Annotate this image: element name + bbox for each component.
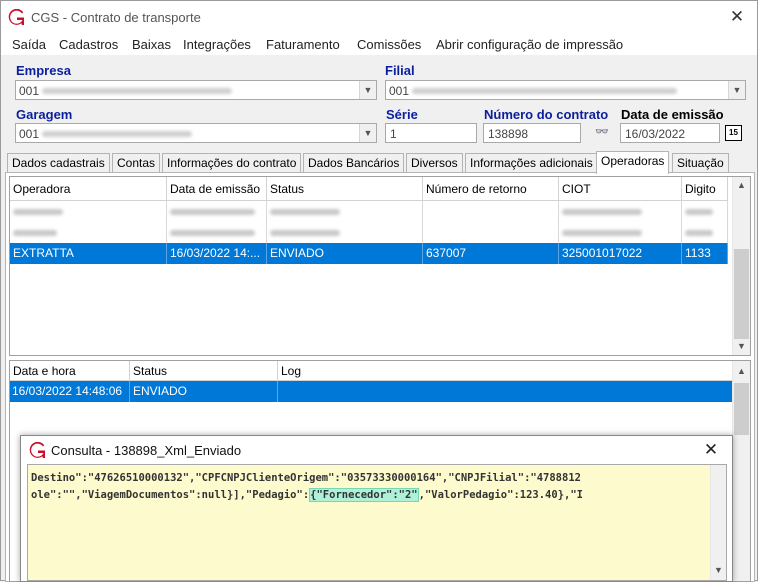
column-header-log[interactable]: Log [278, 361, 732, 381]
column-header-ciot[interactable]: CIOT [559, 177, 682, 201]
menu-comissoes[interactable]: Comissões [357, 37, 421, 52]
table-row-selected[interactable]: EXTRATTA 16/03/2022 14:... ENVIADO 63700… [10, 243, 728, 264]
menu-abrir-config-impressao[interactable]: Abrir configuração de impressão [436, 37, 623, 52]
table-cell [423, 222, 559, 243]
calendar-icon[interactable]: 15 [725, 125, 742, 141]
table-cell-log-status: ENVIADO [130, 381, 278, 402]
empresa-select[interactable]: 001 ▼ [15, 80, 377, 100]
tab-dados-bancarios[interactable]: Dados Bancários [303, 153, 405, 173]
filial-label: Filial [385, 63, 415, 78]
scroll-thumb[interactable] [734, 249, 749, 339]
menu-integracoes[interactable]: Integrações [183, 37, 251, 52]
table-cell [682, 222, 728, 243]
consulta-dialog: Consulta - 138898_Xml_Enviado ✕ Destino"… [20, 435, 733, 582]
operadoras-grid[interactable]: Operadora Data de emissão Status Número … [9, 176, 751, 356]
numero-contrato-label: Número do contrato [484, 107, 609, 122]
code-line-2: ole":"","ViagemDocumentos":null}],"Pedag… [31, 488, 583, 502]
xml-content-area[interactable]: Destino":"47626510000132","CPFCNPJClient… [27, 464, 727, 581]
filial-redacted-text [412, 88, 677, 94]
table-cell [10, 222, 167, 243]
close-icon[interactable]: ✕ [702, 438, 720, 462]
garagem-select[interactable]: 001 ▼ [15, 123, 377, 143]
tab-dados-cadastrais[interactable]: Dados cadastrais [7, 153, 110, 173]
table-cell [559, 222, 682, 243]
table-cell-data-emissao: 16/03/2022 14:... [167, 243, 267, 264]
title-bar: CGS - Contrato de transporte ✕ [1, 1, 757, 33]
garagem-value: 001 [19, 127, 40, 141]
chevron-down-icon[interactable]: ▼ [359, 124, 376, 142]
cgs-logo-icon [29, 442, 46, 459]
table-cell-log [278, 381, 732, 402]
scroll-down-icon[interactable]: ▼ [711, 562, 726, 579]
data-emissao-label: Data de emissão [621, 107, 724, 122]
menu-baixas[interactable]: Baixas [132, 37, 171, 52]
empresa-value: 001 [19, 84, 40, 98]
column-header-numero-retorno[interactable]: Número de retorno [423, 177, 559, 201]
table-row-redacted[interactable] [10, 201, 728, 222]
table-cell-status: ENVIADO [267, 243, 423, 264]
column-header-data-emissao[interactable]: Data de emissão [167, 177, 267, 201]
table-cell [423, 201, 559, 222]
menu-bar: Saída Cadastros Baixas Integrações Fatur… [1, 33, 757, 55]
code-line-2-end: ,"ValorPedagio":123.40},"I [418, 489, 583, 501]
column-header-data-hora[interactable]: Data e hora [10, 361, 130, 381]
column-header-log-status[interactable]: Status [130, 361, 278, 381]
table-row-selected[interactable]: 16/03/2022 14:48:06 ENVIADO [10, 381, 732, 402]
table-cell [167, 222, 267, 243]
table-cell [682, 201, 728, 222]
serie-label: Série [386, 107, 418, 122]
serie-field[interactable]: 1 [385, 123, 477, 143]
close-icon[interactable]: ✕ [727, 7, 747, 27]
table-cell-numero-retorno: 637007 [423, 243, 559, 264]
column-header-operadora[interactable]: Operadora [10, 177, 167, 201]
tab-strip: Dados cadastrais Contas Informações do c… [5, 151, 755, 174]
table-cell [559, 201, 682, 222]
data-emissao-field[interactable]: 16/03/2022 [620, 123, 720, 143]
chevron-down-icon[interactable]: ▼ [359, 81, 376, 99]
cgs-logo-icon [8, 9, 25, 26]
column-header-status[interactable]: Status [267, 177, 423, 201]
table-cell [167, 201, 267, 222]
table-cell [10, 201, 167, 222]
main-window: CGS - Contrato de transporte ✕ Saída Cad… [0, 0, 758, 582]
scroll-up-icon[interactable]: ▲ [733, 177, 750, 194]
binoculars-search-icon[interactable]: 👓 [595, 125, 609, 138]
scroll-down-icon[interactable]: ▼ [733, 338, 750, 355]
garagem-label: Garagem [16, 107, 73, 122]
numero-contrato-field[interactable]: 138898 [483, 123, 581, 143]
table-row-redacted[interactable] [10, 222, 728, 243]
highlighted-text: {"Fornecedor":"2" [309, 488, 419, 502]
vertical-scrollbar[interactable]: ▲ [732, 361, 750, 581]
window-title: CGS - Contrato de transporte [31, 10, 201, 25]
table-cell-operadora: EXTRATTA [10, 243, 167, 264]
dialog-title: Consulta - 138898_Xml_Enviado [51, 443, 242, 458]
code-line-1: Destino":"47626510000132","CPFCNPJClient… [31, 472, 581, 484]
tab-informacoes-contrato[interactable]: Informações do contrato [162, 153, 302, 173]
table-cell [267, 201, 423, 222]
garagem-redacted-text [42, 131, 192, 137]
empresa-redacted-text [42, 88, 232, 94]
column-header-digito[interactable]: Digito [682, 177, 728, 201]
table-cell-ciot: 325001017022 [559, 243, 682, 264]
menu-saida[interactable]: Saída [12, 37, 46, 52]
tab-diversos[interactable]: Diversos [406, 153, 463, 173]
tab-situacao[interactable]: Situação [672, 153, 729, 173]
table-cell-data-hora: 16/03/2022 14:48:06 [10, 381, 130, 402]
menu-faturamento[interactable]: Faturamento [266, 37, 340, 52]
chevron-down-icon[interactable]: ▼ [728, 81, 745, 99]
vertical-scrollbar[interactable]: ▼ [710, 465, 726, 580]
scroll-thumb[interactable] [734, 383, 749, 435]
tab-contas[interactable]: Contas [112, 153, 161, 173]
tab-operadoras[interactable]: Operadoras [596, 151, 670, 174]
tab-informacoes-adicionais[interactable]: Informações adicionais [465, 153, 598, 173]
scroll-up-icon[interactable]: ▲ [733, 363, 750, 380]
filial-value: 001 [389, 84, 410, 98]
menu-cadastros[interactable]: Cadastros [59, 37, 118, 52]
vertical-scrollbar[interactable]: ▲ ▼ [732, 177, 750, 355]
filial-select[interactable]: 001 ▼ [385, 80, 746, 100]
code-line-2-start: ole":"","ViagemDocumentos":null}],"Pedag… [31, 489, 310, 501]
empresa-label: Empresa [16, 63, 71, 78]
table-cell [267, 222, 423, 243]
table-cell-digito: 1133 [682, 243, 728, 264]
